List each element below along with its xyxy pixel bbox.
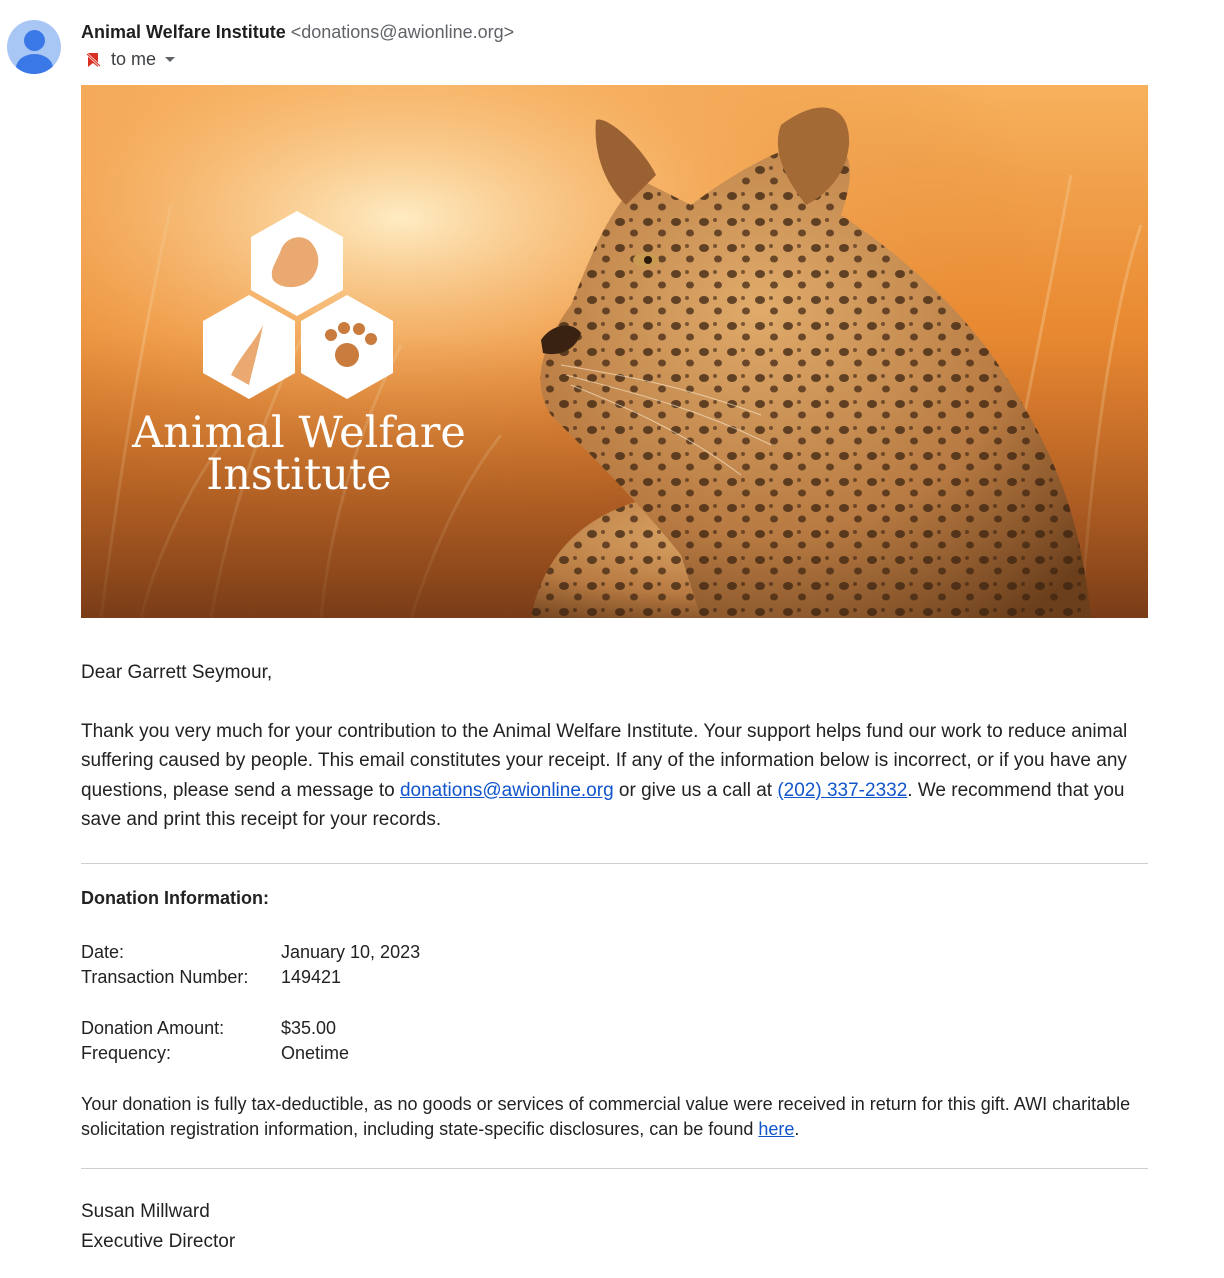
donation-details-group-1: Date: January 10, 2023 Transaction Numbe… [81, 940, 420, 990]
caret-down-icon[interactable] [164, 56, 176, 64]
to-me-label: to me [111, 49, 157, 69]
email-body: Dear Garrett Seymour, Thank you very muc… [81, 658, 1148, 835]
signer-name: Susan Millward [81, 1201, 210, 1222]
logo-text-line2: Institute [206, 450, 391, 500]
signer-title: Executive Director [81, 1231, 236, 1252]
sender-name[interactable]: Animal Welfare Institute [81, 22, 286, 42]
amount-label: Donation Amount: [81, 1018, 225, 1038]
donation-details-group-2: Donation Amount: $35.00 Frequency: Oneti… [81, 1016, 349, 1066]
info-row-transaction: Transaction Number: 149421 [81, 965, 420, 990]
importance-off-icon[interactable] [85, 51, 103, 69]
tax-text-a: Your donation is fully tax-deductible, a… [81, 1094, 1131, 1139]
transaction-value: 149421 [281, 967, 342, 987]
person-icon-body [16, 54, 53, 74]
signature: Susan Millward Executive Director [81, 1197, 235, 1257]
leopard-photo: Animal Welfare Institute [81, 85, 1148, 618]
greeting: Dear Garrett Seymour, [81, 662, 273, 683]
date-label: Date: [81, 942, 125, 962]
hero-banner-image: Animal Welfare Institute [81, 85, 1148, 618]
amount-value: $35.00 [281, 1018, 337, 1038]
donation-info-title: Donation Information: [81, 888, 269, 908]
divider [81, 1168, 1148, 1169]
person-icon-head [24, 30, 45, 51]
transaction-label: Transaction Number: [81, 967, 249, 987]
frequency-value: Onetime [281, 1043, 350, 1063]
info-row-date: Date: January 10, 2023 [81, 940, 420, 965]
disclosures-link[interactable]: here [758, 1119, 794, 1139]
tax-disclosure: Your donation is fully tax-deductible, a… [81, 1092, 1148, 1142]
intro-text-b: or give us a call at [613, 779, 778, 801]
date-value: January 10, 2023 [281, 942, 421, 962]
intro-paragraph: Thank you very much for your contributio… [81, 717, 1148, 835]
sender-email: <donations@awionline.org> [290, 22, 515, 42]
divider [81, 863, 1148, 864]
sender-line: Animal Welfare Institute <donations@awio… [81, 22, 514, 43]
email-link[interactable]: donations@awionline.org [400, 780, 614, 801]
phone-link[interactable]: (202) 337-2332 [777, 780, 907, 801]
info-row-amount: Donation Amount: $35.00 [81, 1016, 349, 1041]
info-row-frequency: Frequency: Onetime [81, 1041, 349, 1066]
sender-avatar[interactable] [7, 20, 61, 74]
frequency-label: Frequency: [81, 1043, 172, 1063]
recipient-details-toggle[interactable]: to me [85, 49, 176, 70]
tax-text-b: . [794, 1119, 800, 1139]
